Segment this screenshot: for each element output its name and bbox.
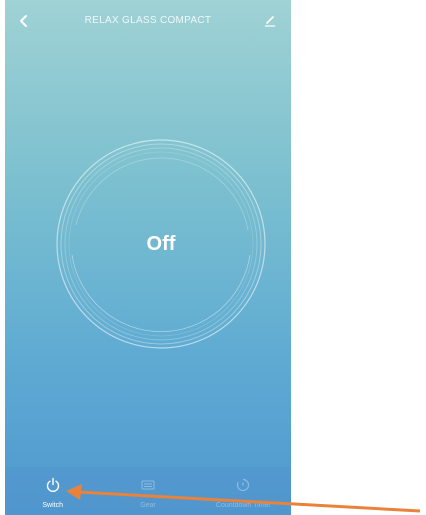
annotation-arrow-icon bbox=[66, 484, 421, 513]
